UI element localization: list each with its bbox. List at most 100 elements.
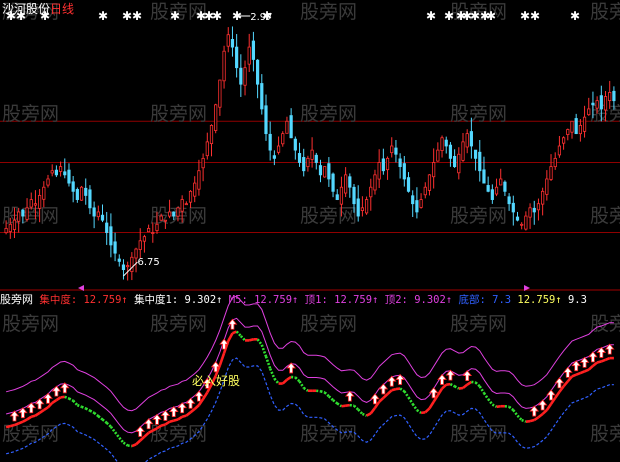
candle-body <box>79 186 84 201</box>
concentration-down-segment <box>336 402 343 408</box>
candle-body <box>67 169 71 184</box>
concentration-down-segment <box>127 444 133 448</box>
watermark-text: 股旁网 <box>590 423 620 445</box>
signal-star: ✱ <box>470 9 480 23</box>
concentration-down-segment <box>302 386 309 392</box>
indicator-item: 12.759↑ <box>517 294 568 306</box>
concentration-up-segment <box>189 407 196 414</box>
concentration-up-segment <box>30 414 36 418</box>
candle-body <box>494 186 499 195</box>
indicator-item: M5: 12.759↑ <box>229 294 305 306</box>
candle-body <box>109 226 113 246</box>
concentration-down-segment <box>93 411 100 418</box>
period-label[interactable]: 日线 <box>50 2 74 16</box>
candle-body <box>612 90 616 102</box>
watermark-text: 股旁网 <box>150 313 207 335</box>
candle-body <box>126 265 130 268</box>
candle-body <box>507 196 511 205</box>
concentration-up-segment <box>545 403 553 411</box>
concentration-up-segment <box>9 423 15 428</box>
buy-arrow-shape <box>177 402 187 414</box>
buy-arrow-icon <box>227 318 238 330</box>
candle-body <box>188 190 193 203</box>
concentration-down-segment <box>109 425 117 434</box>
candle-body <box>172 211 176 217</box>
candle-body <box>4 228 8 234</box>
buy-arrow-shape <box>51 385 62 397</box>
candle-body <box>147 228 151 233</box>
candle-body <box>419 199 423 208</box>
candle-body <box>285 120 289 134</box>
candle-body <box>235 46 239 69</box>
indicator-value: 9.302↑ <box>407 294 459 306</box>
candle-body <box>138 240 142 250</box>
signal-star: ✱ <box>444 9 454 23</box>
price-chart-canvas[interactable]: 股旁网股旁网股旁网股旁网股旁网股旁网股旁网股旁网股旁网股旁网股旁网股旁网股旁网股… <box>0 0 620 462</box>
buy-arrow-icon <box>34 398 45 410</box>
candle-body <box>461 141 465 161</box>
indicator-value: 12.759↑ <box>517 294 568 306</box>
candle-body <box>373 174 377 191</box>
candle-body <box>302 157 306 172</box>
candle-body <box>398 158 402 168</box>
concentration-up-segment <box>428 401 435 410</box>
candle-body <box>247 46 251 65</box>
candle-body <box>490 189 494 200</box>
watermark-text: 股旁网 <box>450 103 507 125</box>
signal-star: ✱ <box>132 9 142 23</box>
candle-body <box>46 178 50 186</box>
concentration-up-segment <box>424 407 431 414</box>
candle-body <box>42 186 46 200</box>
low-price-marker: 6.75 <box>137 257 159 268</box>
candle-body <box>511 202 515 213</box>
indicator-value: 9.3 <box>567 294 587 306</box>
concentration-up-segment <box>173 418 179 422</box>
indicator-item: 顶1: 12.759↑ <box>305 294 385 306</box>
candle-body <box>243 67 247 86</box>
concentration-up-segment <box>587 364 594 371</box>
concentration-down-segment <box>416 409 422 414</box>
concentration-up-segment <box>592 361 598 367</box>
indicator-value-bar: 股旁网 集中度: 12.759↑ 集中度1: 9.302↑ M5: 12.759… <box>0 293 620 307</box>
concentration-up-segment <box>160 423 166 427</box>
concentration-up-segment <box>345 403 350 407</box>
candle-body <box>499 178 503 186</box>
candle-body <box>297 153 302 163</box>
candle-body <box>33 203 38 206</box>
concentration-down-segment <box>101 418 108 424</box>
candle-body <box>327 163 331 180</box>
candle-body <box>394 147 398 155</box>
candle-body <box>197 170 201 190</box>
watermark-text: 股旁网 <box>300 313 357 335</box>
candle-body <box>402 163 406 180</box>
candle-body <box>167 211 172 217</box>
buy-arrow-shape <box>227 318 238 330</box>
candle-body <box>289 115 293 139</box>
candle-body <box>339 186 344 205</box>
concentration-down-segment <box>504 404 510 409</box>
indicator-label: 集中度: <box>39 294 78 306</box>
concentration-up-segment <box>529 418 535 423</box>
concentration-down-segment <box>399 387 406 393</box>
watermark-text: 股旁网 <box>2 103 59 125</box>
candle-body <box>587 108 591 116</box>
concentration-up-segment <box>562 380 569 388</box>
candle-body <box>29 199 33 208</box>
candle-body <box>348 176 352 188</box>
candle-body <box>574 118 578 135</box>
concentration-down-segment <box>508 405 515 412</box>
watermark-text: 股旁网 <box>450 423 507 445</box>
concentration-down-segment <box>256 338 263 346</box>
candle-body <box>226 34 230 47</box>
buy-arrow-shape <box>34 398 45 410</box>
concentration-up-segment <box>579 370 586 375</box>
concentration-down-segment <box>76 403 83 408</box>
concentration-down-segment <box>316 389 321 393</box>
candle-body <box>323 166 327 178</box>
candle-body <box>38 195 42 209</box>
concentration-up-segment <box>181 414 187 418</box>
concentration-down-segment <box>97 415 104 421</box>
concentration-up-segment <box>281 378 288 385</box>
candle-body <box>293 138 297 151</box>
concentration-up-segment <box>378 396 385 403</box>
